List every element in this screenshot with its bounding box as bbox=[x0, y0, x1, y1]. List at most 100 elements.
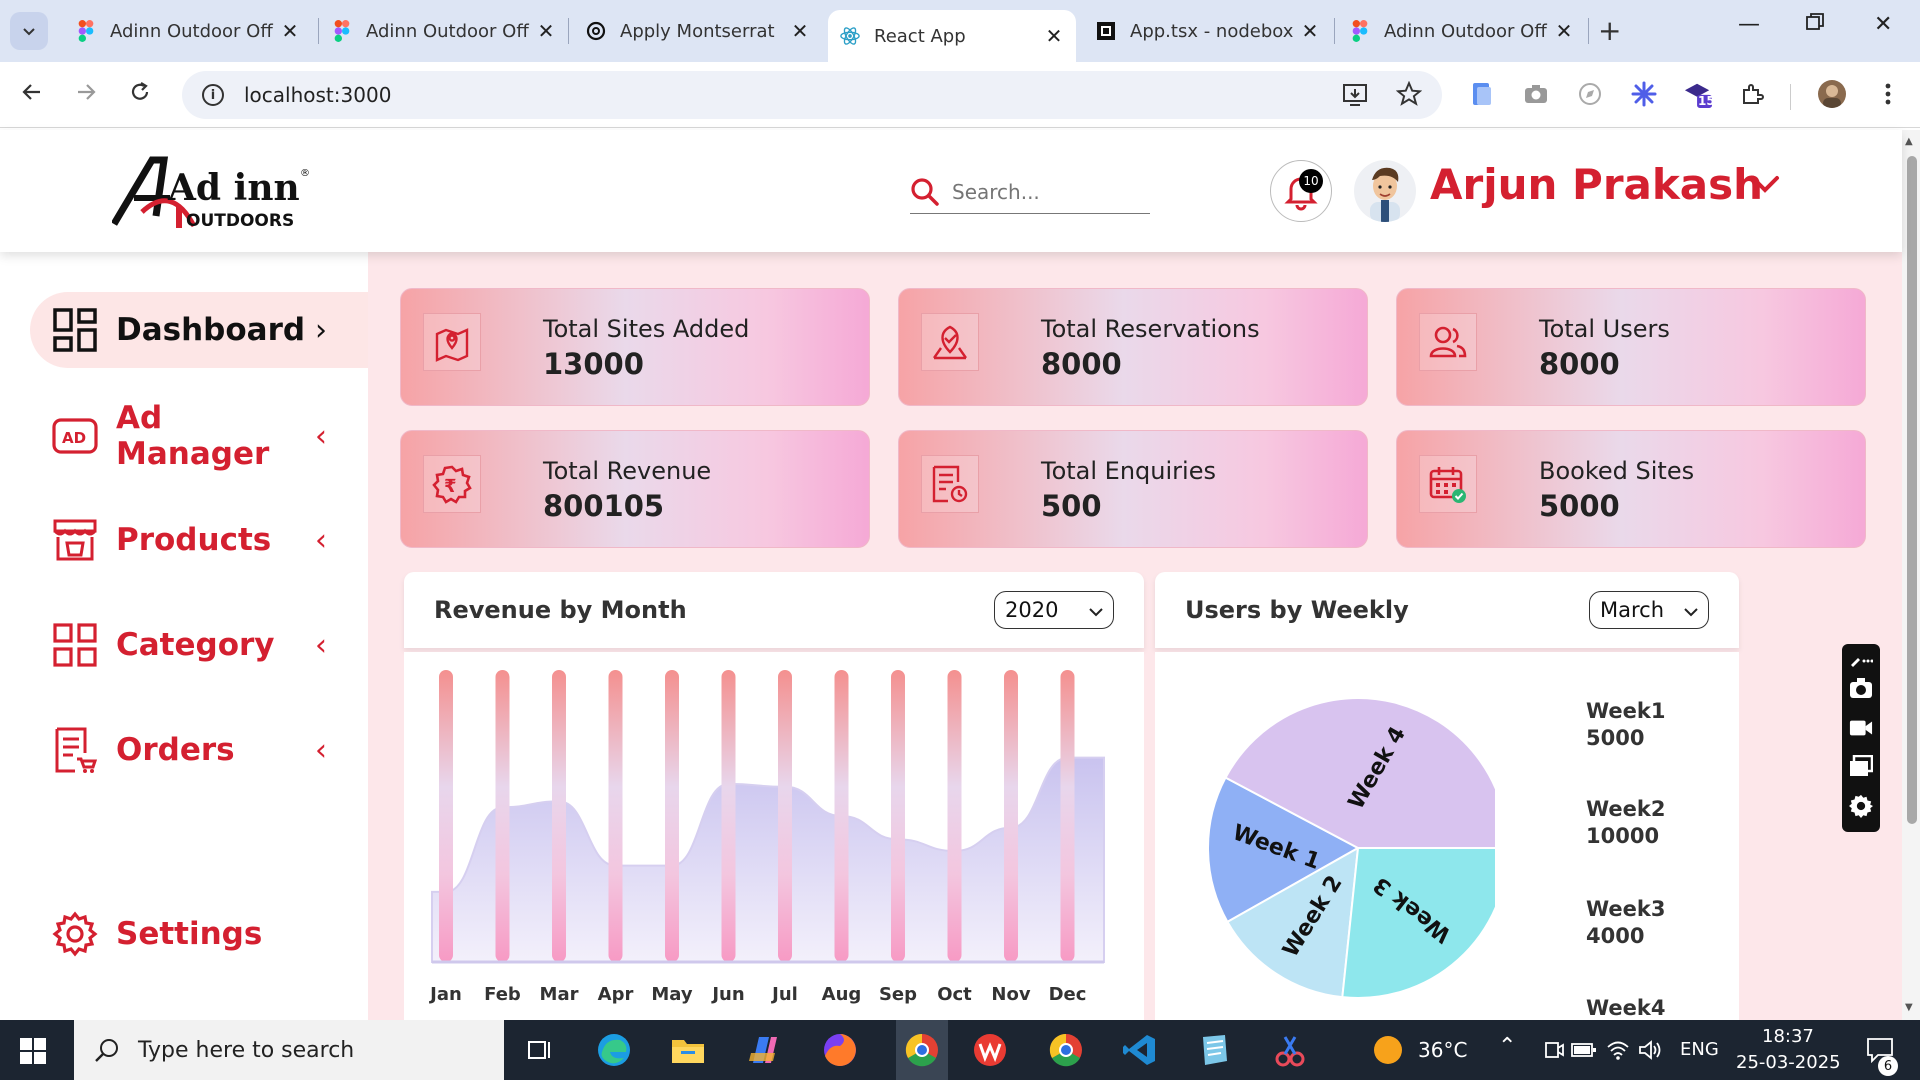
sidebar-item-settings[interactable]: Settings bbox=[30, 896, 370, 972]
stat-card[interactable]: Total Sites Added 13000 bbox=[400, 288, 870, 406]
address-bar[interactable]: i localhost:3000 bbox=[182, 71, 1442, 119]
close-icon[interactable]: ✕ bbox=[790, 19, 810, 43]
close-icon[interactable]: ✕ bbox=[280, 19, 300, 43]
forward-arrow-icon[interactable] bbox=[74, 80, 98, 111]
notification-button[interactable]: 10 bbox=[1270, 160, 1332, 222]
browser-tab[interactable]: Adinn Outdoor Off ✕ bbox=[64, 8, 312, 54]
minimize-icon[interactable]: — bbox=[1738, 12, 1760, 37]
revenue-bar[interactable] bbox=[439, 670, 453, 962]
tab-title: Apply Montserrat bbox=[620, 20, 775, 42]
stat-card[interactable]: Booked Sites 5000 bbox=[1396, 430, 1866, 548]
revenue-bar[interactable] bbox=[495, 670, 510, 962]
avatar[interactable] bbox=[1354, 160, 1416, 222]
extension-doc-icon[interactable] bbox=[1468, 80, 1496, 108]
legend-name: Week4 bbox=[1586, 996, 1666, 1020]
chrome-profile-icon[interactable] bbox=[896, 1020, 948, 1080]
stat-card[interactable]: Total Enquiries 500 bbox=[898, 430, 1368, 548]
edge-browser-icon[interactable] bbox=[594, 1030, 634, 1070]
snipping-tool-icon[interactable] bbox=[1270, 1030, 1310, 1070]
file-explorer-icon[interactable] bbox=[668, 1030, 708, 1070]
sidebar-item-dashboard[interactable]: Dashboard › bbox=[30, 292, 370, 368]
scrollbar-thumb[interactable] bbox=[1907, 156, 1917, 824]
sidebar-item-orders[interactable]: Orders ‹ bbox=[30, 712, 370, 788]
back-arrow-icon[interactable] bbox=[20, 80, 44, 111]
camera-icon[interactable] bbox=[1522, 80, 1550, 108]
task-view-icon[interactable] bbox=[520, 1030, 560, 1070]
window-capture-icon[interactable] bbox=[1849, 754, 1873, 778]
reload-icon[interactable] bbox=[128, 80, 152, 111]
stat-card[interactable]: Total Reservations 8000 bbox=[898, 288, 1368, 406]
browser-tab[interactable]: Apply Montserrat ✕ bbox=[574, 8, 822, 54]
chevron-down-icon bbox=[23, 28, 35, 36]
volume-icon[interactable] bbox=[1630, 1030, 1670, 1070]
clock-time[interactable]: 18:37 bbox=[1762, 1026, 1814, 1047]
revenue-bar[interactable] bbox=[552, 670, 566, 962]
sidebar-item-products[interactable]: Products ‹ bbox=[30, 502, 370, 578]
year-select[interactable]: 2020 bbox=[994, 591, 1114, 629]
browser-tab[interactable]: Adinn Outdoor Off ✕ bbox=[1338, 8, 1586, 54]
close-icon[interactable]: ✕ bbox=[1044, 24, 1064, 48]
install-app-icon[interactable] bbox=[1342, 83, 1368, 111]
notepad-icon[interactable] bbox=[1194, 1030, 1234, 1070]
copilot-icon[interactable] bbox=[744, 1030, 784, 1070]
gear-icon[interactable] bbox=[1849, 794, 1873, 818]
windows-start-icon[interactable] bbox=[20, 1038, 46, 1068]
tab-search-button[interactable] bbox=[10, 12, 48, 50]
restore-icon[interactable] bbox=[1806, 12, 1824, 37]
revenue-bar[interactable] bbox=[665, 670, 679, 962]
bookmark-star-icon[interactable] bbox=[1395, 80, 1423, 111]
revenue-bar[interactable] bbox=[1060, 670, 1075, 962]
chevron-right-icon: › bbox=[315, 312, 327, 348]
close-icon[interactable]: ✕ bbox=[1300, 19, 1320, 43]
weather-sun-icon[interactable] bbox=[1368, 1030, 1408, 1070]
window-close-icon[interactable]: ✕ bbox=[1874, 12, 1892, 37]
pen-more-icon[interactable] bbox=[1849, 648, 1873, 672]
scroll-up-icon[interactable]: ▲ bbox=[1905, 136, 1913, 147]
sidebar-item-category[interactable]: Category ‹ bbox=[30, 607, 370, 683]
sidebar-item-ad-manager[interactable]: AD Ad Manager ‹ bbox=[30, 398, 370, 474]
user-name[interactable]: Arjun Prakash bbox=[1430, 160, 1763, 209]
browser-tab[interactable]: App.tsx - nodebox ✕ bbox=[1084, 8, 1332, 54]
revenue-bar[interactable] bbox=[891, 670, 905, 962]
chevron-down-icon[interactable] bbox=[1750, 174, 1780, 198]
page-scrollbar[interactable]: ▲ ▼ bbox=[1902, 130, 1920, 1020]
video-record-icon[interactable] bbox=[1849, 716, 1873, 740]
language-indicator[interactable]: ENG bbox=[1680, 1039, 1719, 1060]
compass-icon[interactable] bbox=[1576, 80, 1604, 108]
scroll-down-icon[interactable]: ▼ bbox=[1905, 1002, 1913, 1013]
stat-card[interactable]: Total Users 8000 bbox=[1396, 288, 1866, 406]
new-tab-plus-icon[interactable]: + bbox=[1598, 14, 1621, 47]
profile-avatar[interactable] bbox=[1818, 80, 1846, 108]
tab-title: Adinn Outdoor Off bbox=[366, 20, 529, 42]
revenue-bar[interactable] bbox=[721, 670, 736, 962]
puzzle-extensions-icon[interactable] bbox=[1738, 80, 1766, 108]
wps-office-icon[interactable] bbox=[970, 1030, 1010, 1070]
revenue-bar[interactable] bbox=[947, 670, 962, 962]
adinn-logo[interactable]: Ad inn ® OUTDOORS bbox=[110, 154, 312, 234]
browser-tab-active[interactable]: React App ✕ bbox=[828, 10, 1076, 62]
revenue-bar[interactable] bbox=[608, 670, 623, 962]
browser-menu-icon[interactable] bbox=[1874, 80, 1902, 108]
browser-tab[interactable]: Adinn Outdoor Off ✕ bbox=[320, 8, 568, 54]
clock-date[interactable]: 25-03-2025 bbox=[1736, 1052, 1841, 1073]
stat-card[interactable]: ₹ Total Revenue 800105 bbox=[400, 430, 870, 548]
figma-icon bbox=[332, 20, 352, 42]
graduation-cap-icon[interactable]: 15 bbox=[1684, 80, 1715, 108]
search-box[interactable] bbox=[910, 170, 1150, 214]
chrome-icon[interactable] bbox=[1046, 1030, 1086, 1070]
close-icon[interactable]: ✕ bbox=[536, 19, 556, 43]
vscode-icon[interactable] bbox=[1120, 1030, 1160, 1070]
snowflake-icon[interactable] bbox=[1630, 80, 1658, 108]
screenshot-camera-icon[interactable] bbox=[1849, 676, 1873, 700]
firefox-icon[interactable] bbox=[820, 1030, 860, 1070]
taskbar-search-box[interactable]: Type here to search bbox=[74, 1020, 504, 1080]
search-input[interactable] bbox=[952, 179, 1142, 204]
revenue-bar[interactable] bbox=[1004, 670, 1018, 962]
temperature[interactable]: 36°C bbox=[1418, 1038, 1467, 1062]
revenue-bar[interactable] bbox=[834, 670, 849, 962]
month-select[interactable]: March bbox=[1589, 591, 1709, 629]
close-icon[interactable]: ✕ bbox=[1554, 19, 1574, 43]
revenue-bar[interactable] bbox=[778, 670, 792, 962]
site-info-icon[interactable]: i bbox=[202, 84, 224, 106]
chevron-up-icon[interactable]: ⌃ bbox=[1498, 1034, 1516, 1059]
